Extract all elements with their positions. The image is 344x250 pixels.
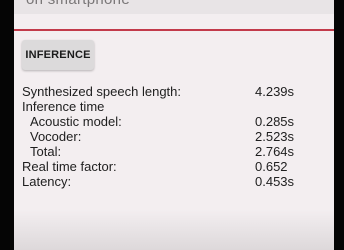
metric-label: Latency: — [22, 174, 72, 189]
metric-label: Acoustic model: — [30, 114, 122, 129]
metric-label: Total: — [30, 144, 62, 159]
metric-latency: Latency: 0.453s — [14, 174, 334, 189]
metric-total: Total: 2.764s — [14, 144, 334, 159]
metric-vocoder: Vocoder: 2.523s — [14, 129, 334, 144]
metric-inference-time-heading: Inference time — [14, 99, 334, 114]
screen-glare-shade — [14, 210, 334, 250]
metric-value: 4.239s — [255, 84, 295, 99]
header-cut-text: on smartphone — [26, 0, 130, 8]
metric-real-time-factor: Real time factor: 0.652 — [14, 159, 334, 174]
metric-label: Vocoder: — [30, 129, 82, 144]
header-strip: on smartphone — [14, 0, 334, 14]
metric-value: 0.285s — [255, 114, 295, 129]
metric-value: 0.652 — [255, 159, 288, 174]
accent-divider — [14, 29, 334, 31]
metric-acoustic-model: Acoustic model: 0.285s — [14, 114, 334, 129]
metric-label: Inference time — [22, 99, 105, 114]
metric-value: 2.523s — [255, 129, 295, 144]
phone-screen: on smartphone INFERENCE Synthesized spee… — [14, 0, 334, 250]
metric-synthesized-length: Synthesized speech length: 4.239s — [14, 84, 334, 99]
metric-label: Synthesized speech length: — [22, 84, 181, 99]
device-bezel-right — [334, 0, 344, 250]
metric-value: 2.764s — [255, 144, 295, 159]
device-bezel-left — [0, 0, 14, 250]
metric-label: Real time factor: — [22, 159, 117, 174]
metric-value: 0.453s — [255, 174, 295, 189]
metrics-panel: Synthesized speech length: 4.239s Infere… — [14, 84, 334, 189]
inference-button[interactable]: INFERENCE — [22, 40, 94, 70]
